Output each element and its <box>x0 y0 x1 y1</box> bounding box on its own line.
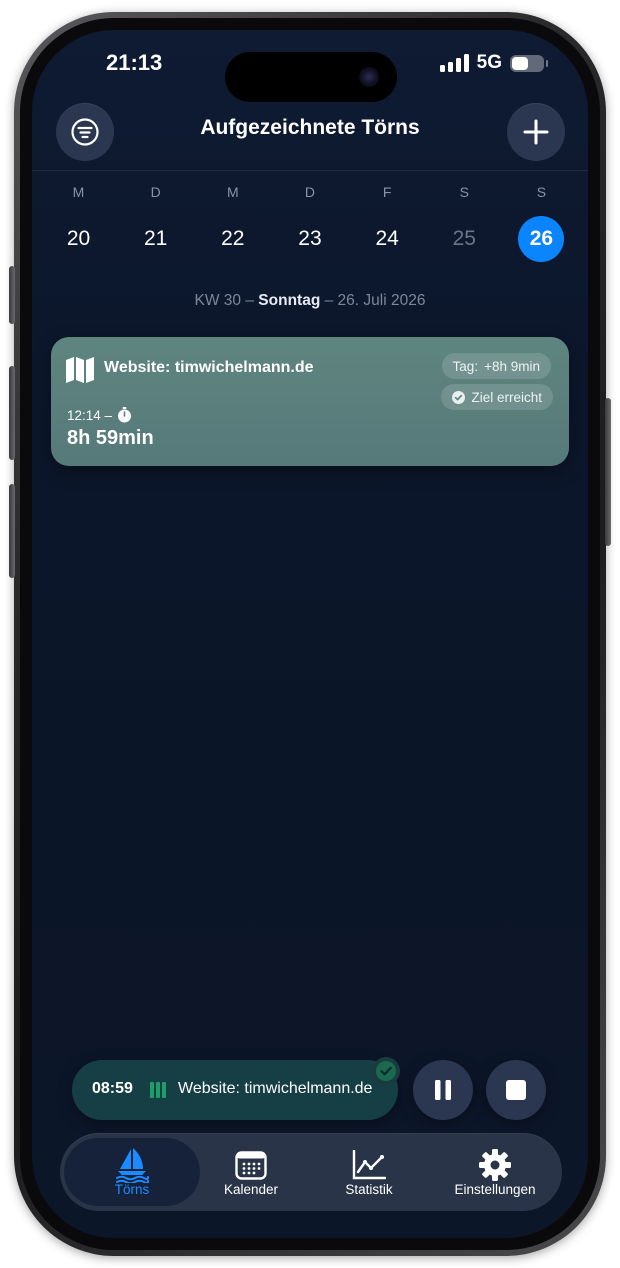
day-wednesday[interactable]: M 22 <box>194 184 271 262</box>
day-number: 20 <box>66 227 91 250</box>
checkmark-circle-icon <box>376 1061 396 1081</box>
entry-start: 12:14 – <box>67 407 132 423</box>
add-button[interactable] <box>507 103 565 161</box>
day-friday[interactable]: F 24 <box>349 184 426 262</box>
date-separator: – <box>245 292 254 309</box>
front-camera <box>359 67 379 87</box>
chart-icon <box>352 1149 386 1179</box>
header-divider <box>32 170 588 171</box>
weekday-letter: D <box>150 184 161 200</box>
goal-label: Ziel erreicht <box>471 389 542 405</box>
weekday-letter: F <box>382 184 392 200</box>
action-button <box>9 266 15 324</box>
signal-icon <box>439 54 469 72</box>
start-time: 12:14 – <box>67 407 113 423</box>
tab-label: Törns <box>114 1181 150 1197</box>
volume-down-button <box>9 484 15 578</box>
goal-badge: Ziel erreicht <box>441 384 553 410</box>
tab-label: Statistik <box>345 1181 393 1197</box>
entry-title: Website: timwichelmann.de <box>104 359 314 376</box>
tab-label: Einstellungen <box>454 1181 536 1197</box>
calendar-icon <box>235 1150 267 1180</box>
day-thursday[interactable]: D 23 <box>271 184 348 262</box>
entry-card[interactable]: Website: timwichelmann.de Tag: +8h 9min … <box>51 337 569 466</box>
date-separator: – <box>324 292 334 309</box>
tab-bar: Törns Kalender Statistik Einstellungen <box>60 1133 562 1211</box>
tab-label: Kalender <box>223 1181 279 1197</box>
pause-button[interactable] <box>413 1060 473 1120</box>
weekday-letter: S <box>536 184 547 200</box>
volume-up-button <box>9 366 15 460</box>
status-time: 21:13 <box>106 50 163 75</box>
entry-duration: 8h 59min <box>67 427 154 449</box>
stop-button[interactable] <box>486 1060 546 1120</box>
day-tuesday[interactable]: D 21 <box>117 184 194 262</box>
pause-icon <box>435 1080 451 1100</box>
dynamic-island <box>225 52 397 102</box>
activity-bars-icon <box>150 1082 166 1098</box>
stop-icon <box>506 1080 526 1100</box>
day-number: 21 <box>143 227 168 250</box>
app-screen: 21:13 5G Aufgezeichnete Törns M 20 D 21 … <box>32 30 588 1238</box>
selected-date-label: KW 30 – Sonntag – 26. Juli 2026 <box>32 292 588 310</box>
weekday-letter: D <box>304 184 316 200</box>
status-indicators: 5G <box>439 52 548 74</box>
weekday-name: Sonntag <box>258 292 321 309</box>
battery-icon <box>510 54 548 72</box>
day-delta-value: +8h 9min <box>484 358 540 374</box>
day-saturday[interactable]: S 25 <box>426 184 503 262</box>
full-date: 26. Juli 2026 <box>337 292 426 309</box>
tab-statistik[interactable]: Statistik <box>316 1133 422 1211</box>
live-session-pill[interactable]: 08:59 Website: timwichelmann.de <box>72 1057 400 1120</box>
day-sunday-selected[interactable]: S 26 <box>503 184 580 262</box>
weekday-letter: M <box>226 184 239 200</box>
live-elapsed: 08:59 <box>92 1080 133 1097</box>
sailboat-icon <box>116 1147 150 1183</box>
stopwatch-icon <box>118 407 132 423</box>
map-icon <box>66 357 94 383</box>
power-button <box>605 398 611 546</box>
week-number: KW 30 <box>194 292 242 309</box>
weekday-letter: S <box>459 184 469 200</box>
day-number: 24 <box>375 227 399 250</box>
checkmark-circle-icon <box>452 390 466 404</box>
live-check-badge <box>372 1057 400 1085</box>
day-number: 23 <box>298 227 322 250</box>
network-type: 5G <box>476 52 502 73</box>
tab-toerns[interactable]: Törns <box>64 1138 200 1206</box>
page-title: Aufgezeichnete Törns <box>200 116 420 139</box>
tab-kalender[interactable]: Kalender <box>198 1133 304 1211</box>
tab-einstellungen[interactable]: Einstellungen <box>430 1133 560 1211</box>
plus-icon <box>523 119 549 145</box>
day-monday[interactable]: M 20 <box>40 184 117 262</box>
week-strip: M 20 D 21 M 22 D 23 F 24 S 25 S 26 <box>40 184 580 262</box>
live-session-name: Website: timwichelmann.de <box>178 1080 373 1097</box>
day-delta-label: Tag: <box>452 358 479 374</box>
weekday-letter: M <box>72 184 85 200</box>
day-number: 22 <box>221 227 245 250</box>
day-delta-badge: Tag: +8h 9min <box>441 353 551 379</box>
gear-icon <box>479 1148 511 1181</box>
day-number: 26 <box>518 216 565 262</box>
day-number: 25 <box>452 227 476 250</box>
